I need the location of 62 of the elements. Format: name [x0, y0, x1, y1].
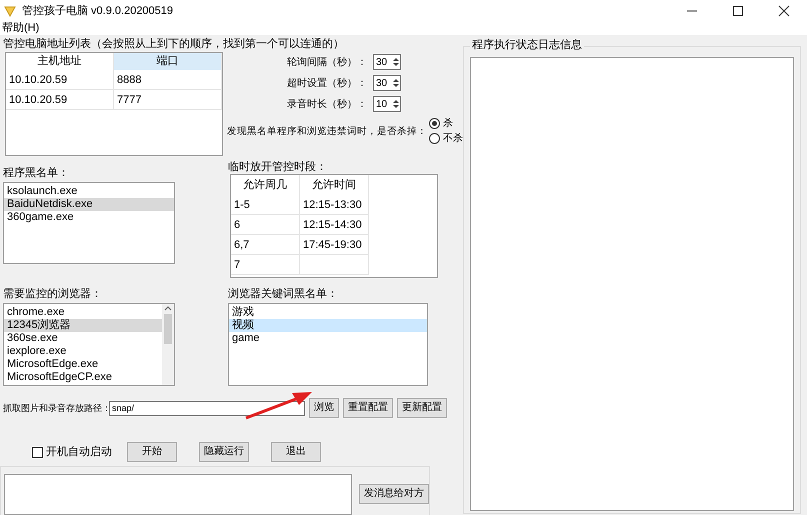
spinner-label: 录音时长（秒）：	[287, 98, 367, 110]
list-item[interactable]: 游戏	[229, 306, 427, 319]
checkbox[interactable]	[32, 446, 43, 458]
annotation-arrow	[244, 389, 314, 421]
table-cell-text: 1-5	[233, 199, 251, 211]
table-cell: 8888	[114, 70, 222, 89]
list-item[interactable]: 360game.exe	[4, 211, 174, 224]
log-label: 程序执行状态日志信息	[470, 39, 584, 52]
list-item[interactable]: chrome.exe	[4, 306, 162, 319]
list-item[interactable]: 视频	[229, 319, 427, 332]
table-cell-text: 12:15-14:30	[302, 219, 363, 231]
list-item[interactable]: 360se.exe	[4, 332, 162, 345]
list-item[interactable]: BaiduNetdisk.exe	[4, 198, 174, 211]
spin-box[interactable]: 30	[373, 75, 401, 91]
table-cell: 10.10.20.59	[6, 70, 114, 89]
radio-button[interactable]	[429, 133, 440, 144]
spin-box[interactable]: 10	[373, 96, 401, 112]
column-header[interactable]: 允许周几	[231, 175, 300, 195]
table-cell-text: 6	[233, 219, 242, 231]
scrollbar[interactable]	[162, 304, 174, 385]
list-item[interactable]: iexplore.exe	[4, 345, 162, 358]
path-button[interactable]: 浏览	[309, 398, 339, 418]
checkbox-label: 开机自动启动	[46, 446, 112, 458]
table-cell-text: 12:15-13:30	[302, 199, 363, 211]
address-list-label: 管控电脑地址列表（会按照从上到下的顺序，找到第一个可以连通的）	[3, 38, 345, 51]
column-header[interactable]: 端口	[114, 53, 222, 70]
menu-item[interactable]: 帮助(H)	[0, 22, 42, 35]
radio-label: 杀	[443, 117, 453, 130]
path-button[interactable]: 重置配置	[343, 398, 393, 418]
table-cell: 10.10.20.59	[6, 90, 114, 109]
path-input[interactable]: snap/	[109, 400, 305, 416]
kill-option-label: 发现黑名单程序和浏览违禁词时，是否杀掉：	[227, 124, 427, 138]
list-item[interactable]: MicrosoftEdgeCP.exe	[4, 371, 162, 384]
window-title: 管控孩子电脑 v0.9.0.20200519	[22, 4, 174, 18]
list-item[interactable]: ksolaunch.exe	[4, 185, 174, 198]
spin-box[interactable]: 30	[373, 54, 401, 70]
spinner-label: 轮询间隔（秒）：	[287, 56, 367, 68]
message-input[interactable]	[4, 474, 352, 514]
table-cell: 7777	[114, 90, 222, 109]
action-button[interactable]: 退出	[271, 442, 321, 462]
table-cell-text: 7	[233, 259, 242, 271]
list-label: 程序黑名单：	[3, 166, 70, 180]
spinner-label: 超时设置（秒）：	[287, 76, 367, 90]
table-cell-text: 17:45-19:30	[302, 239, 363, 251]
action-button[interactable]: 隐藏运行	[199, 442, 249, 462]
spin-arrows-icon[interactable]	[392, 98, 400, 110]
temp-open-label: 临时放开管控时段：	[228, 160, 328, 174]
radio-button[interactable]	[429, 118, 440, 129]
list-label: 需要监控的浏览器：	[3, 287, 103, 301]
column-header[interactable]: 允许时间	[300, 175, 369, 195]
list-item[interactable]: 12345浏览器	[4, 319, 162, 332]
list-label: 浏览器关键词黑名单：	[228, 287, 339, 301]
radio-label: 不杀	[443, 132, 463, 145]
list-item[interactable]: MicrosoftEdge.exe	[4, 358, 162, 371]
action-button[interactable]: 开始	[127, 442, 177, 462]
list-item[interactable]: game	[229, 332, 427, 345]
spin-arrows-icon[interactable]	[392, 77, 400, 89]
send-message-button[interactable]: 发消息给对方	[359, 484, 429, 504]
path-button[interactable]: 更新配置	[397, 398, 447, 418]
app-logo-icon	[4, 5, 16, 17]
table-cell-text: 6,7	[233, 239, 250, 251]
spin-arrows-icon[interactable]	[392, 56, 400, 68]
